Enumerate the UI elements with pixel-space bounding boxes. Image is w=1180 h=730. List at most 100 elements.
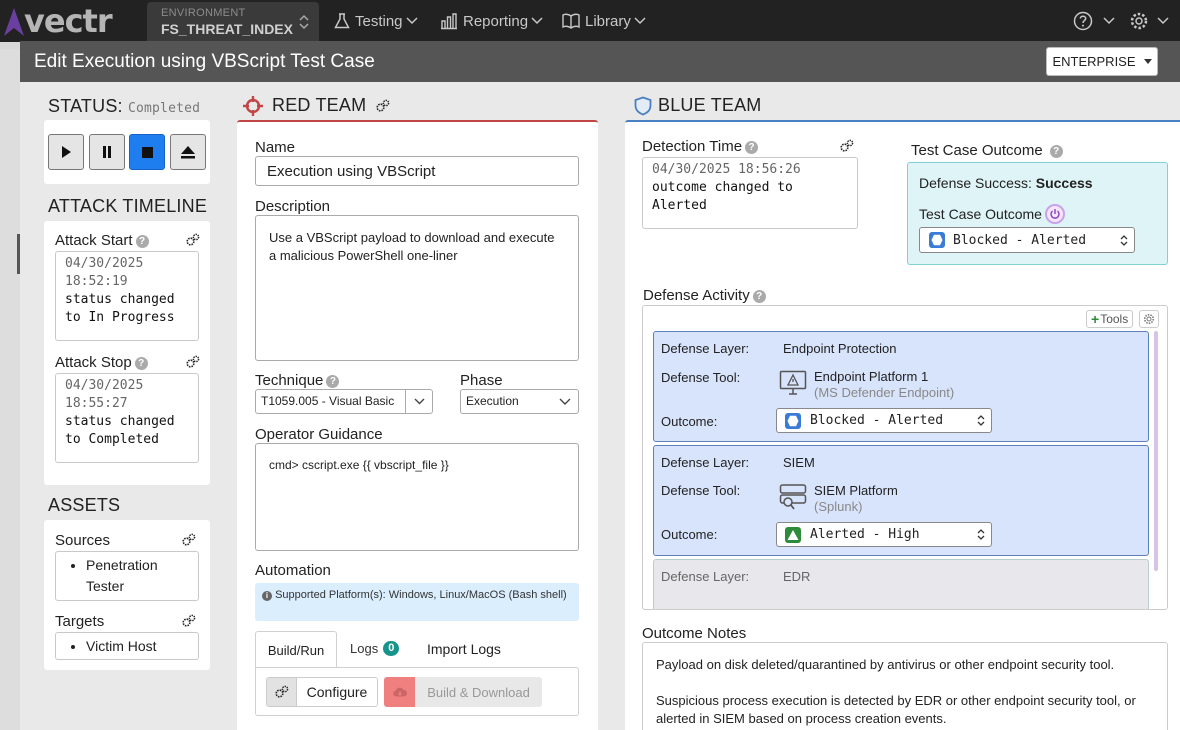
phase-label: Phase (460, 372, 503, 389)
name-input[interactable]: Execution using VBScript (255, 156, 579, 186)
detection-time-label: Detection Time? (642, 138, 759, 155)
defense-layer-label: Defense Layer: (661, 569, 750, 584)
gears-icon[interactable] (182, 614, 196, 628)
technique-dropdown-button[interactable] (405, 389, 433, 414)
gears-icon[interactable] (376, 99, 390, 113)
help-icon[interactable]: ? (752, 290, 766, 303)
modal-header: Edit Execution using VBScript Test Case … (20, 41, 1180, 82)
nav-testing[interactable]: Testing (334, 0, 418, 42)
enterprise-dropdown-button[interactable]: ENTERPRISE (1046, 47, 1158, 76)
defense-success-label: Defense Success: (919, 175, 1032, 191)
target-item: Victim Host (86, 636, 190, 656)
caret-down-icon (1143, 59, 1152, 64)
activity-settings-button[interactable] (1139, 310, 1159, 328)
attack-stop-field[interactable]: 04/30/2025 18:55:27 status changed to Co… (55, 373, 199, 463)
gears-icon[interactable] (186, 233, 200, 247)
add-tools-button[interactable]: + Tools (1086, 310, 1134, 328)
server-search-icon (779, 484, 807, 510)
defense-activity-label: Defense Activity? (643, 287, 766, 304)
targets-label: Targets (55, 613, 105, 630)
enterprise-label: ENTERPRISE (1052, 54, 1136, 69)
gears-icon (274, 685, 288, 698)
help-icon[interactable]: ? (745, 141, 759, 154)
outcome-label: Outcome: (661, 527, 718, 542)
play-button[interactable] (48, 134, 84, 170)
attack-start-time: 04/30/2025 18:52:19 (65, 256, 144, 289)
outcome-notes-paragraph: Suspicious process execution is detected… (656, 693, 1136, 726)
attack-start-field[interactable]: 04/30/2025 18:52:19 status changed to In… (55, 251, 199, 341)
red-team-title: RED TEAM (272, 95, 367, 115)
build-download-button[interactable]: Build & Download (415, 677, 542, 707)
cloud-download-icon-box (384, 677, 416, 707)
brand-name: vectr (24, 2, 113, 40)
blocked-hexagon-icon (785, 412, 801, 429)
activity-scrollbar[interactable] (1154, 331, 1158, 571)
defense-layer-label: Defense Layer: (661, 455, 750, 470)
stop-button[interactable] (129, 134, 165, 170)
gear-icon (1130, 12, 1148, 30)
power-icon (1050, 209, 1060, 219)
targets-list[interactable]: Victim Host (55, 632, 199, 660)
info-icon: i (262, 591, 272, 601)
plus-icon: + (1091, 311, 1100, 327)
help-icon[interactable]: ? (326, 375, 340, 388)
description-textarea[interactable]: Use a VBScript payload to download and e… (255, 215, 579, 361)
defense-tool-vendor: (MS Defender Endpoint) (814, 385, 955, 400)
test-case-outcome-select[interactable]: Blocked - Alerted (919, 227, 1135, 253)
vectr-logo[interactable]: vectr (2, 2, 113, 40)
help-icon[interactable]: ? (134, 357, 148, 370)
nav-reporting[interactable]: Reporting (440, 0, 543, 42)
gears-icon[interactable] (182, 533, 196, 547)
pause-button[interactable] (89, 134, 125, 170)
defense-tool-name: Endpoint Platform 1 (814, 369, 929, 384)
defense-layer-value: EDR (783, 569, 811, 584)
red-team-card: Name Execution using VBScript Descriptio… (237, 120, 598, 730)
outcome-notes-textarea[interactable]: Payload on disk deleted/quarantined by a… (642, 642, 1168, 730)
nav-library[interactable]: Library (562, 0, 646, 42)
tab-import-logs[interactable]: Import Logs (427, 641, 501, 657)
gears-icon[interactable] (186, 355, 200, 369)
defense-tool-vendor: (Splunk) (814, 499, 863, 514)
monitor-warning-icon (779, 370, 807, 395)
detection-time-field[interactable]: 04/30/2025 18:56:26 outcome changed to A… (642, 157, 858, 229)
bar-chart-icon (441, 13, 457, 30)
configure-icon-box[interactable] (266, 677, 297, 707)
tab-build-run[interactable]: Build/Run (255, 631, 337, 668)
configure-button[interactable]: Configure (296, 677, 378, 707)
operator-guidance-textarea[interactable]: cmd> cscript.exe {{ vbscript_file }} (255, 443, 579, 551)
outcome-row: Test Case Outcome (919, 204, 1065, 224)
nav-testing-label: Testing (355, 12, 403, 30)
gears-icon[interactable] (840, 139, 854, 153)
help-icon[interactable]: ? (1049, 145, 1063, 158)
help-icon[interactable]: ? (135, 235, 149, 248)
chevron-down-icon (1103, 17, 1115, 25)
settings-menu[interactable] (1129, 0, 1169, 42)
description-label: Description (255, 198, 331, 215)
layer-outcome-select[interactable]: Blocked - Alerted (776, 408, 992, 433)
help-menu[interactable] (1073, 0, 1115, 42)
attack-timeline-card: Attack Start? 04/30/2025 18:52:19 status… (44, 221, 210, 485)
technique-input[interactable]: T1059.005 - Visual Basic (255, 389, 406, 414)
defense-layer-card[interactable]: Defense Layer: SIEM Defense Tool: SIEM P… (653, 445, 1149, 556)
defense-layer-card[interactable]: Defense Layer: EDR (653, 559, 1149, 609)
defense-layer-card[interactable]: Defense Layer: Endpoint Protection Defen… (653, 331, 1149, 442)
outcome-label: Test Case Outcome (919, 206, 1042, 222)
logs-count-badge: 0 (383, 641, 400, 656)
modal-title: Edit Execution using VBScript Test Case (34, 51, 375, 72)
power-toggle[interactable] (1044, 204, 1065, 224)
outcome-notes-paragraph: Payload on disk deleted/quarantined by a… (656, 657, 1115, 672)
defense-activity-panel: + Tools Defense Layer: Endpoint Protectio… (642, 305, 1168, 610)
environment-label: ENVIRONMENT (161, 7, 246, 19)
test-case-outcome-box: Defense Success: Success Test Case Outco… (907, 162, 1168, 265)
layer-outcome-select[interactable]: Alerted - High (776, 522, 992, 547)
blue-team-title: BLUE TEAM (658, 95, 762, 115)
status-heading: STATUS: Completed (48, 96, 200, 117)
phase-select[interactable]: Execution (460, 389, 579, 414)
eject-button[interactable] (170, 134, 206, 170)
sources-list[interactable]: Penetration Tester (55, 551, 199, 601)
tab-logs[interactable]: Logs 0 (350, 641, 400, 656)
environment-selector[interactable]: ENVIRONMENT FS_THREAT_INDEX (147, 2, 319, 42)
phase-value: Execution (466, 394, 519, 408)
blue-team-heading: BLUE TEAM (634, 95, 762, 116)
nav-reporting-label: Reporting (463, 12, 529, 30)
